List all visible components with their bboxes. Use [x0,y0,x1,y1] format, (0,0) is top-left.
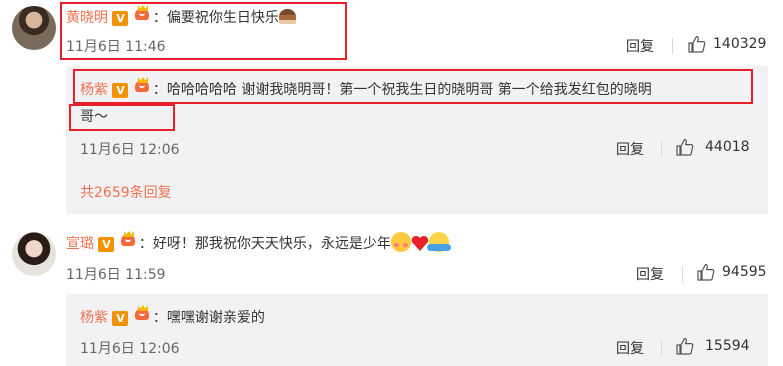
reply-2-header: 杨紫 V ：嘿嘿谢谢亲爱的 [80,305,265,327]
highlight-box [73,69,753,104]
vip-heart-icon [119,231,139,248]
divider [682,266,683,282]
comment-time: 11月6日 11:59 [66,267,166,283]
thumbs-up-icon[interactable] [676,138,694,156]
divider [661,141,662,157]
reply-button[interactable]: 回复 [616,338,644,358]
thumbs-up-icon[interactable] [676,337,694,355]
comment-2-header: 宣璐 V ：好呀！那我祝你天天快乐，永远是少年 [66,231,451,255]
highlight-box [69,104,175,131]
username[interactable]: 宣璐 [66,236,94,252]
reply-time: 11月6日 12:06 [80,341,180,357]
reply-button[interactable]: 回复 [626,36,654,56]
divider [661,340,662,356]
divider [672,38,673,54]
more-replies-link[interactable]: 共2659条回复 [80,182,172,202]
reply-button[interactable]: 回复 [636,264,664,284]
reply-text: 嘿嘿谢谢亲爱的 [166,310,265,326]
highlight-box [60,2,347,60]
thumbs-up-icon[interactable] [697,263,715,281]
username[interactable]: 杨紫 [80,310,108,326]
reply-time: 11月6日 12:06 [80,142,180,158]
comment-text: 好呀！那我祝你天天快乐，永远是少年 [152,236,391,252]
hug-icon [426,232,451,252]
avatar[interactable] [12,6,56,50]
blush-icon [390,232,411,252]
verified-v-icon: V [98,237,115,252]
reply-button[interactable]: 回复 [616,139,644,159]
verified-v-icon: V [112,311,129,326]
like-count: 94595 [722,264,767,280]
avatar[interactable] [12,232,56,276]
thumbs-up-icon[interactable] [688,35,706,53]
vip-heart-icon [133,305,153,322]
like-count: 44018 [705,139,750,155]
like-count: 140329 [713,36,767,52]
like-count: 15594 [705,338,750,354]
